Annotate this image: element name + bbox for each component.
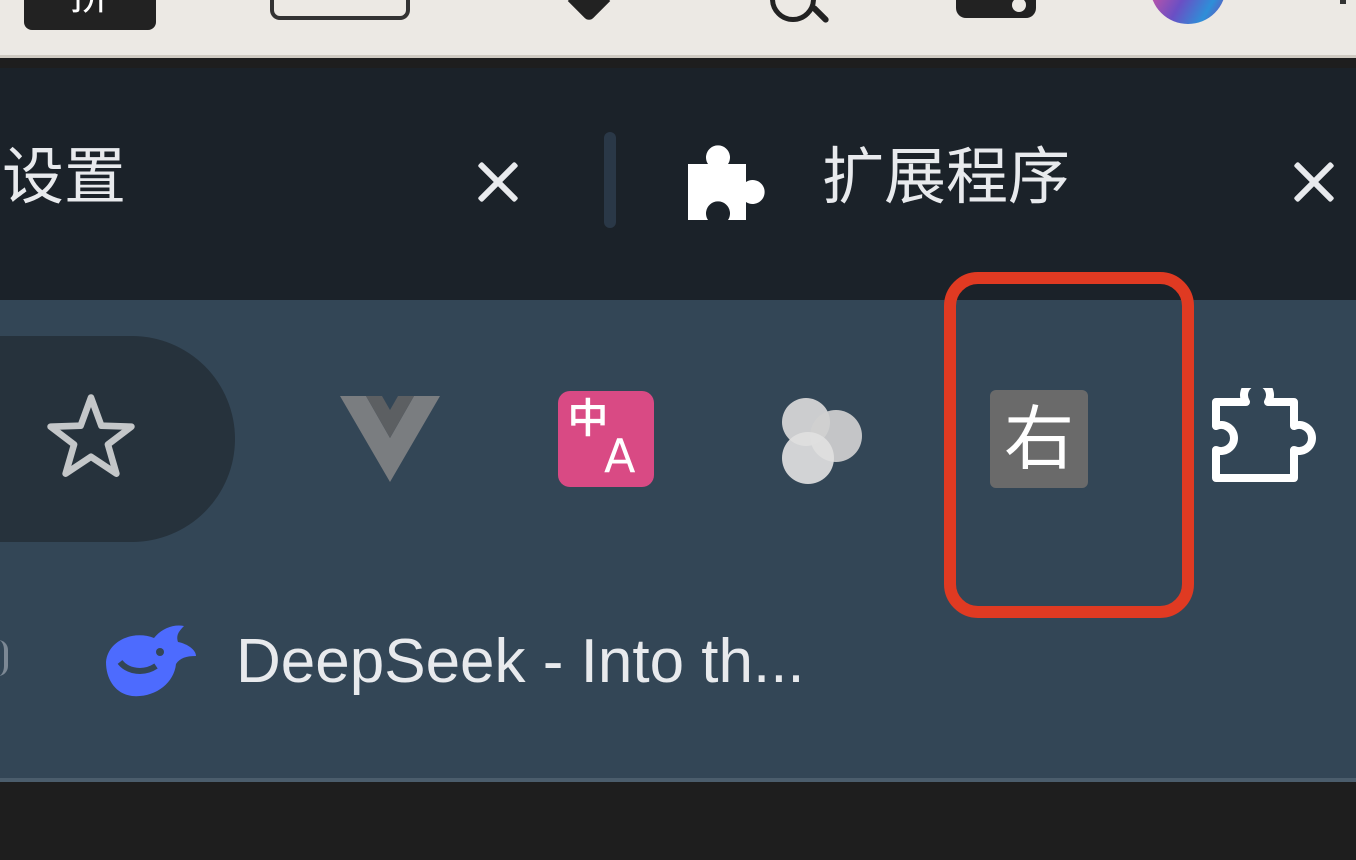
deepseek-whale-icon bbox=[106, 625, 196, 697]
right-click-extension-icon[interactable]: 右 bbox=[990, 390, 1088, 488]
menu-bar-edge-mark bbox=[1340, 0, 1346, 4]
input-method-label: 拼 bbox=[70, 0, 110, 19]
tab-extensions-title: 扩展程序 bbox=[822, 140, 1071, 213]
translate-icon-zh: 中 bbox=[568, 396, 608, 442]
macos-menu-bar: 拼 bbox=[0, 0, 1356, 58]
location-pin-icon[interactable] bbox=[567, 0, 611, 23]
control-center-icon[interactable] bbox=[956, 0, 1036, 18]
tab-extensions-close-icon[interactable] bbox=[1286, 154, 1342, 210]
vue-devtools-icon[interactable] bbox=[338, 392, 442, 484]
bookmark-deepseek[interactable]: DeepSeek - Into th... bbox=[100, 612, 960, 712]
spotlight-search-icon[interactable] bbox=[770, 0, 816, 22]
tab-strip: 设置 扩展程序 bbox=[0, 68, 1356, 300]
circles-extension-icon[interactable] bbox=[774, 392, 870, 488]
clipboard-status-icon[interactable] bbox=[270, 0, 410, 20]
translate-icon[interactable]: 中 A bbox=[558, 391, 654, 487]
bookmark-star-icon[interactable] bbox=[44, 390, 138, 484]
input-method-indicator[interactable]: 拼 bbox=[24, 0, 156, 30]
tab-settings-title: 设置 bbox=[2, 140, 127, 213]
bookmark-deepseek-title: DeepSeek - Into th... bbox=[236, 627, 805, 696]
tab-settings-close-icon[interactable] bbox=[470, 154, 526, 210]
bookmark-bar-edge bbox=[0, 640, 8, 676]
translate-icon-en: A bbox=[604, 429, 636, 483]
extensions-menu-puzzle-icon[interactable] bbox=[1206, 388, 1316, 488]
puzzle-piece-icon bbox=[688, 145, 765, 220]
tab-separator bbox=[604, 132, 616, 228]
siri-icon[interactable] bbox=[1150, 0, 1226, 24]
page-content-area bbox=[0, 786, 1356, 860]
